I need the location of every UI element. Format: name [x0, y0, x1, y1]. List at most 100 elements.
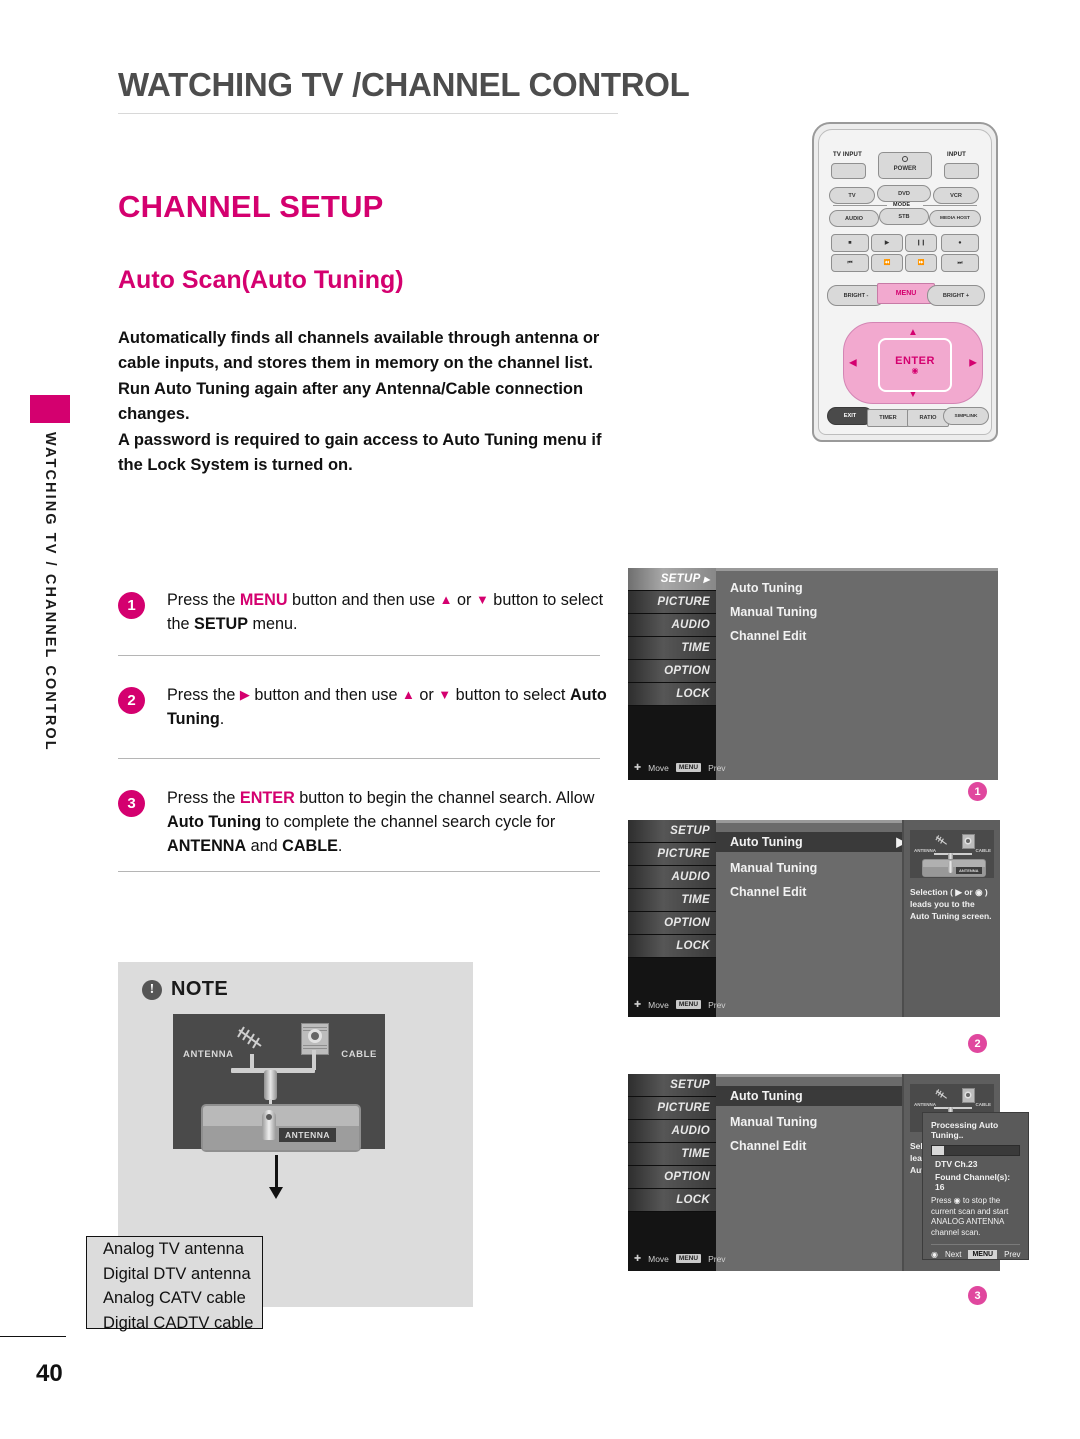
timer-button[interactable]: TIMER [867, 409, 909, 427]
bright-plus-label: BRIGHT + [942, 292, 970, 299]
osd-sidebar-label: LOCK [676, 940, 710, 952]
input-button[interactable] [944, 163, 979, 179]
osd-menu-item-manual-tuning[interactable]: Manual Tuning [730, 604, 817, 620]
osd-footer-hints: ✚ Move MENU Prev [634, 1253, 726, 1264]
right-arrow-icon[interactable]: ▶ [969, 358, 977, 369]
osd-menu-item-manual-tuning[interactable]: Manual Tuning [730, 860, 920, 876]
osd-sidebar-item-option[interactable]: OPTION [628, 660, 716, 683]
dvd-mode-button[interactable]: DVD [877, 185, 931, 202]
vcr-mode-button[interactable]: VCR [933, 187, 979, 204]
osd-menu-item-channel-edit[interactable]: Channel Edit [730, 884, 920, 900]
dialog-footer: ◉ Next MENU Prev [923, 1245, 1028, 1265]
osd-sidebar-item-option[interactable]: OPTION [628, 912, 716, 935]
osd-sidebar-item-lock[interactable]: LOCK [628, 1189, 716, 1212]
antenna-icon [237, 1026, 262, 1049]
osd-mini-antenna-diagram: ANTENNA CABLE [910, 830, 994, 878]
note-header: ! NOTE [142, 978, 228, 1001]
osd-menu-item-channel-edit[interactable]: Channel Edit [730, 628, 817, 644]
simplink-button[interactable]: SIMPLINK [943, 407, 989, 425]
progress-bar-fill [932, 1146, 945, 1155]
osd-sidebar-label: SETUP [670, 1079, 710, 1091]
osd-sidebar-item-lock[interactable]: LOCK [628, 935, 716, 958]
osd-sidebar-item-setup[interactable]: SETUP ▶ [628, 568, 716, 591]
osd-sidebar-item-audio[interactable]: AUDIO [628, 1120, 716, 1143]
osd-sidebar-label: OPTION [664, 665, 710, 677]
progress-bar [931, 1145, 1020, 1156]
osd-menu-item-auto-tuning[interactable]: Auto Tuning [716, 1086, 920, 1106]
osd-sidebar-item-audio[interactable]: AUDIO [628, 866, 716, 889]
tv-mode-button[interactable]: TV [829, 187, 875, 204]
mini-cable-label: CABLE [975, 1102, 992, 1107]
osd-sidebar-item-picture[interactable]: PICTURE [628, 843, 716, 866]
list-item: Digital CADTV cable [103, 1313, 254, 1332]
osd-sidebar: SETUP PICTURE AUDIO TIME OPTION LOCK ✚ M… [628, 1074, 726, 1271]
fast-forward-button[interactable]: ⏩ [905, 254, 937, 272]
osd-menu-item-manual-tuning[interactable]: Manual Tuning [730, 1114, 920, 1130]
osd-sidebar-item-setup[interactable]: SETUP [628, 1074, 716, 1097]
subsection-heading: Auto Scan(Auto Tuning) [118, 266, 404, 294]
up-arrow-icon[interactable]: ▲ [908, 327, 918, 338]
skip-forward-button[interactable]: ⏭ [941, 254, 979, 272]
osd-sidebar-item-picture[interactable]: PICTURE [628, 591, 716, 614]
step-text: Press the ENTER button to begin the chan… [167, 789, 595, 855]
simplink-label: SIMPLINK [954, 413, 978, 419]
osd-sidebar-label: PICTURE [657, 848, 710, 860]
osd-sidebar-label: PICTURE [657, 596, 710, 608]
osd-sidebar-item-audio[interactable]: AUDIO [628, 614, 716, 637]
chevron-right-icon: ▶ [703, 574, 710, 584]
osd-sidebar-label: AUDIO [671, 619, 710, 631]
step-number: 2 [118, 687, 145, 714]
osd-sidebar-item-time[interactable]: TIME [628, 637, 716, 660]
osd-sidebar-label: LOCK [676, 688, 710, 700]
step-number: 1 [118, 592, 145, 619]
media-host-button[interactable]: MEDIA HOST [929, 210, 981, 227]
intro-paragraph-3: A password is required to gain access to… [118, 431, 602, 474]
pause-button[interactable]: ❙❙ [905, 234, 937, 252]
record-button[interactable]: ● [941, 234, 979, 252]
osd-menu-item-label: Auto Tuning [730, 1089, 803, 1103]
menu-key-icon: MENU [675, 763, 702, 772]
note-label: NOTE [171, 978, 229, 1000]
navigation-dpad[interactable]: ▲ ◀ ▶ ▼ ENTER ◉ [843, 322, 983, 404]
stb-mode-button[interactable]: STB [879, 208, 929, 225]
media-host-label: MEDIA HOST [940, 216, 970, 221]
dvd-mode-label: DVD [898, 190, 910, 197]
osd-menu-item-auto-tuning[interactable]: Auto Tuning ▶ [716, 832, 920, 852]
step-item: 3 Press the ENTER button to begin the ch… [118, 781, 608, 871]
step-item: 1 Press the MENU button and then use ▲ o… [118, 583, 608, 655]
osd-sidebar-item-time[interactable]: TIME [628, 1143, 716, 1166]
tv-input-button[interactable] [831, 163, 866, 179]
dialog-found-channels: Found Channel(s): 16 [935, 1172, 1011, 1192]
bright-minus-label: BRIGHT - [843, 292, 869, 299]
osd-sidebar-label: OPTION [664, 1171, 710, 1183]
osd-sidebar-item-option[interactable]: OPTION [628, 1166, 716, 1189]
osd-sidebar-item-lock[interactable]: LOCK [628, 683, 716, 706]
enter-button[interactable]: ENTER ◉ [878, 338, 952, 392]
osd-sidebar-item-time[interactable]: TIME [628, 889, 716, 912]
play-button[interactable]: ▶ [871, 234, 903, 252]
osd-menu-item-auto-tuning[interactable]: Auto Tuning [730, 580, 817, 596]
stop-button[interactable]: ■ [831, 234, 869, 252]
audio-mode-button[interactable]: AUDIO [829, 210, 879, 227]
move-label: Move [648, 999, 669, 1010]
osd-menu-item-channel-edit[interactable]: Channel Edit [730, 1138, 920, 1154]
osd-footer-hints: ✚ Move MENU Prev [634, 762, 726, 773]
osd-sidebar-label: SETUP [660, 573, 701, 585]
step-item: 2 Press the ▶ button and then use ▲ or ▼… [118, 678, 608, 758]
power-button[interactable]: POWER [878, 152, 932, 179]
ok-button-icon[interactable]: ◉ [931, 1250, 938, 1259]
menu-key-icon: MENU [675, 1000, 702, 1009]
mini-tv-jack [948, 861, 953, 873]
step-badge-1: 1 [968, 782, 987, 801]
osd-sidebar-label: PICTURE [657, 1102, 710, 1114]
osd-sidebar-item-setup[interactable]: SETUP [628, 820, 716, 843]
timer-label: TIMER [879, 415, 897, 421]
exit-label: EXIT [843, 413, 857, 419]
mini-antenna-label: ANTENNA [914, 848, 936, 853]
osd-sidebar-item-picture[interactable]: PICTURE [628, 1097, 716, 1120]
bright-plus-button[interactable]: BRIGHT + [927, 285, 985, 306]
left-arrow-icon[interactable]: ◀ [849, 358, 857, 369]
stb-mode-label: STB [898, 213, 910, 220]
rewind-button[interactable]: ⏪ [871, 254, 903, 272]
skip-back-button[interactable]: ⏮ [831, 254, 869, 272]
